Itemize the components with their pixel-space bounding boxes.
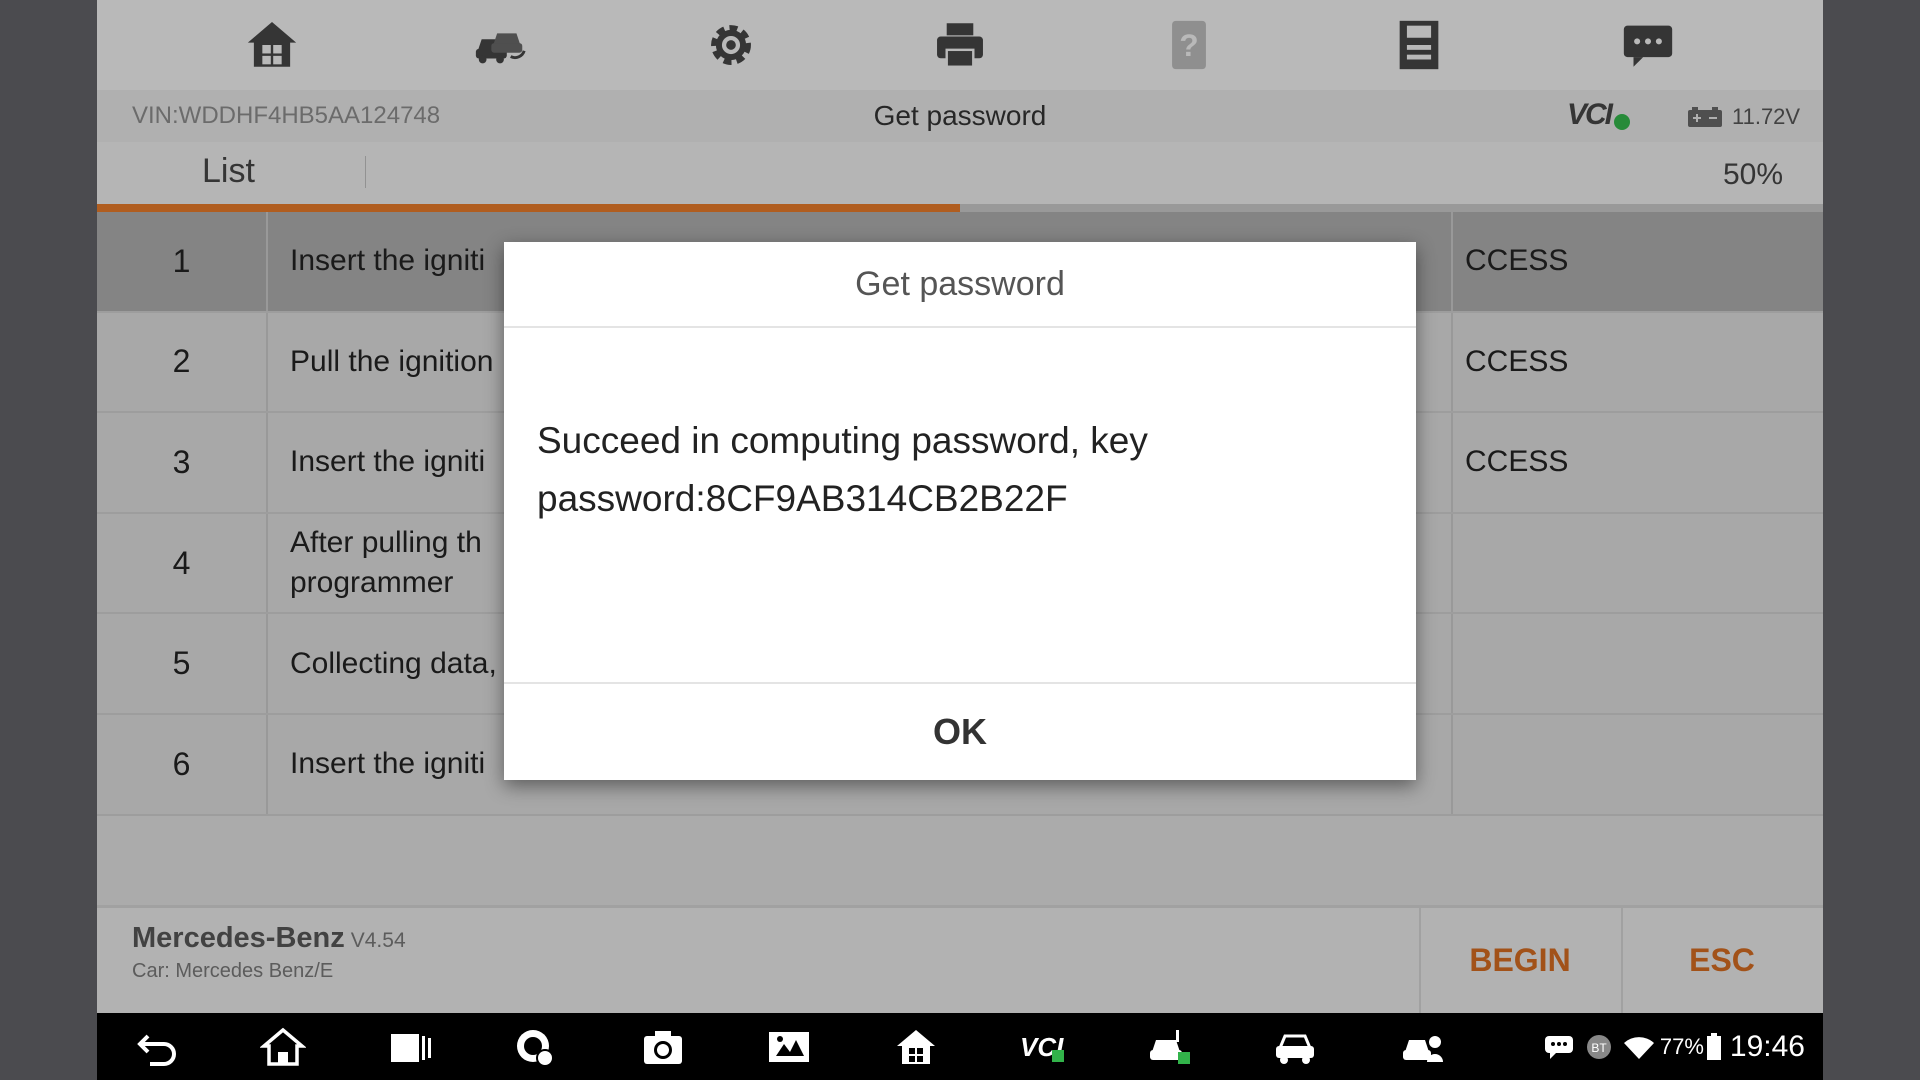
get-password-dialog: Get password Succeed in computing passwo… [504, 242, 1416, 780]
nav-back-button[interactable] [127, 1023, 187, 1071]
nav-recent-apps-button[interactable] [380, 1023, 440, 1071]
chat-notification-icon [1544, 1036, 1573, 1059]
camera-icon [644, 1031, 682, 1064]
back-icon [137, 1034, 176, 1066]
recent-apps-icon [391, 1034, 431, 1062]
nav-vehicle-connect-button[interactable] [1139, 1023, 1199, 1071]
vci-icon: VCI [1020, 1032, 1064, 1062]
nav-app-home-button[interactable] [886, 1023, 946, 1071]
wifi-icon [1623, 1037, 1654, 1059]
password-value: password:8CF9AB314CB2B22F [537, 478, 1068, 519]
nav-car-button[interactable] [1265, 1023, 1325, 1071]
dialog-title: Get password [504, 242, 1416, 328]
bluetooth-icon: BT [1586, 1035, 1611, 1059]
clock: 19:46 [1729, 1030, 1805, 1063]
nav-home-button[interactable] [253, 1023, 313, 1071]
device-battery-icon [1706, 1033, 1721, 1060]
car-icon [1276, 1034, 1314, 1064]
android-nav-bar: VCI BT 77% 19:46 [97, 1013, 1823, 1080]
nav-support-button[interactable] [1392, 1023, 1452, 1071]
home-icon [260, 1027, 306, 1066]
screenshot-icon [769, 1032, 809, 1062]
nav-camera-button[interactable] [633, 1023, 693, 1071]
ok-button[interactable]: OK [504, 684, 1416, 780]
battery-percent: 77% [1659, 1034, 1704, 1059]
dialog-message-line: Succeed in computing password, key [537, 420, 1148, 461]
browser-icon [517, 1030, 554, 1067]
screen: ? VIN:WDDHF4HB5AA124748 Get password VCI… [0, 0, 1920, 1080]
support-icon [1403, 1036, 1443, 1062]
status-area: BT 77% 19:46 [1544, 1027, 1805, 1067]
dialog-message: Succeed in computing password, key passw… [537, 412, 1357, 528]
app-home-icon [897, 1030, 935, 1064]
nav-screenshot-button[interactable] [759, 1023, 819, 1071]
nav-browser-button[interactable] [506, 1023, 566, 1071]
svg-text:BT: BT [1591, 1041, 1607, 1055]
nav-vci-button[interactable]: VCI [1012, 1023, 1072, 1071]
vehicle-connect-icon [1150, 1030, 1190, 1064]
